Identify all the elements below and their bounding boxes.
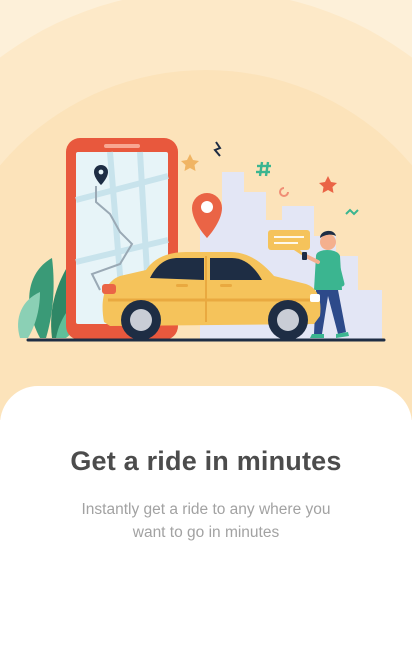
page-subtitle: Instantly get a ride to any where you wa… [81, 501, 331, 541]
page-title: Get a ride in minutes [70, 446, 342, 476]
car-wheel-rear [121, 300, 161, 340]
hero-background [0, 0, 412, 420]
car-ride-illustration [18, 138, 386, 342]
car-wheel-front [268, 300, 308, 340]
